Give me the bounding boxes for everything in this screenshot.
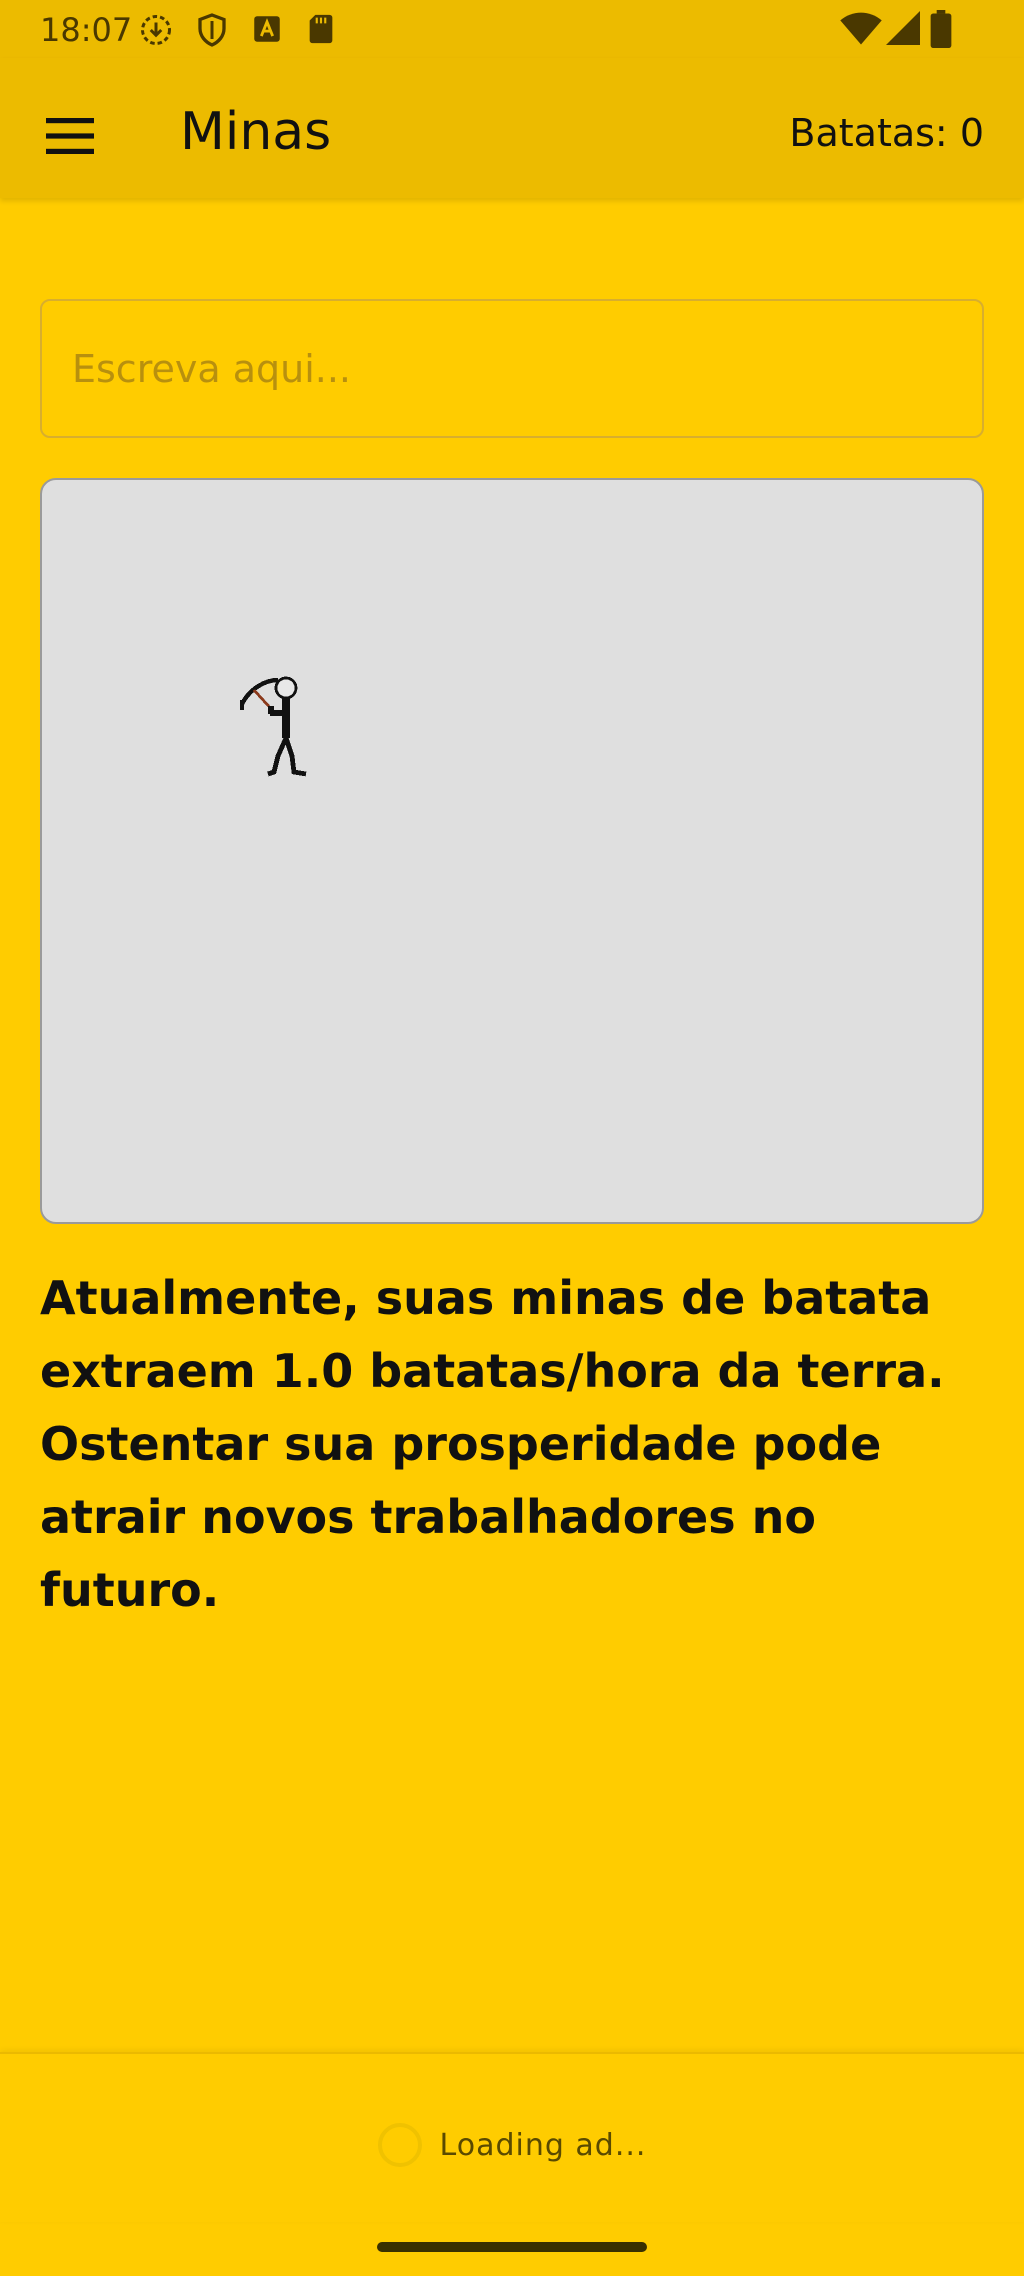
mine-description: Atualmente, suas minas de batata extraem… [40,1271,945,1617]
ad-banner[interactable]: Loading ad... [0,2052,1024,2222]
loading-spinner-icon [377,2123,422,2167]
gesture-navigation-handle[interactable] [377,2242,647,2252]
font-icon [250,12,284,51]
menu-button[interactable] [28,94,112,178]
menu-icon [46,118,94,154]
shield-icon [194,12,230,53]
page-title: Minas [180,102,332,162]
ad-loading-text: Loading ad... [439,2127,647,2163]
wifi-icon [840,10,882,53]
status-bar: 18:07 [0,0,1024,58]
download-icon [138,12,174,53]
app-bar: Minas Batatas: 0 [0,58,1024,198]
battery-icon [930,10,952,53]
miner-with-pickaxe-icon [238,676,342,799]
sd-card-icon [304,12,338,51]
signal-icon [886,10,920,51]
mine-canvas [40,478,984,1224]
status-time: 18:07 [40,11,133,49]
potato-counter: Batatas: 0 [789,111,984,155]
text-input[interactable] [40,299,984,438]
